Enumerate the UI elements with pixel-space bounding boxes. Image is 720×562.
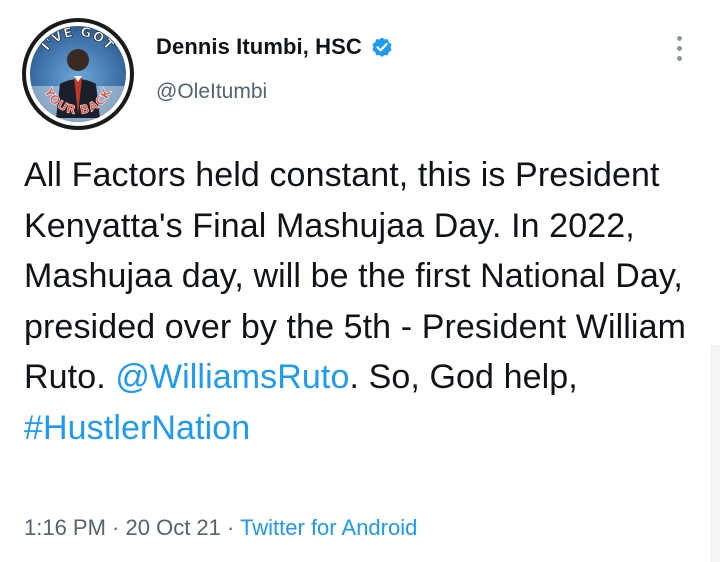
hashtag-link[interactable]: #HustlerNation xyxy=(24,409,250,447)
dot xyxy=(677,56,682,61)
avatar-slogan-top: I'VE GOT xyxy=(39,25,116,55)
author-name-row[interactable]: Dennis Itumbi, HSC xyxy=(156,32,394,62)
avatar-slogan: I'VE GOT YOUR BACK xyxy=(39,25,117,118)
author-handle[interactable]: @OleItumbi xyxy=(156,80,267,104)
author-display-name[interactable]: Dennis Itumbi, HSC xyxy=(156,34,362,60)
tweet-text: All Factors held constant, this is Presi… xyxy=(24,150,694,453)
verified-badge-icon xyxy=(372,37,392,57)
meta-separator: · xyxy=(105,515,126,540)
meta-separator: · xyxy=(220,515,241,540)
dot xyxy=(677,36,682,41)
more-options-icon[interactable] xyxy=(668,32,692,66)
tweet-source-link[interactable]: Twitter for Android xyxy=(240,515,417,540)
avatar[interactable]: I'VE GOT YOUR BACK xyxy=(22,18,134,130)
avatar-slogan-bottom: YOUR BACK xyxy=(41,84,114,117)
svg-text:YOUR BACK: YOUR BACK xyxy=(41,85,115,118)
tweet-meta: 1:16 PM · 20 Oct 21 · Twitter for Androi… xyxy=(24,515,417,541)
tweet-card: I'VE GOT YOUR BACK Dennis Itumbi, HSC @O… xyxy=(0,0,720,562)
tweet-date: 20 Oct 21 xyxy=(125,515,221,540)
tweet-time: 1:16 PM xyxy=(24,515,106,540)
dot xyxy=(677,46,682,51)
tweet-text-part-2: . So, God help, xyxy=(349,358,578,396)
svg-text:I'VE GOT: I'VE GOT xyxy=(39,25,117,54)
mention-link[interactable]: @WilliamsRuto xyxy=(115,358,349,396)
scrollbar-track[interactable] xyxy=(710,345,720,562)
